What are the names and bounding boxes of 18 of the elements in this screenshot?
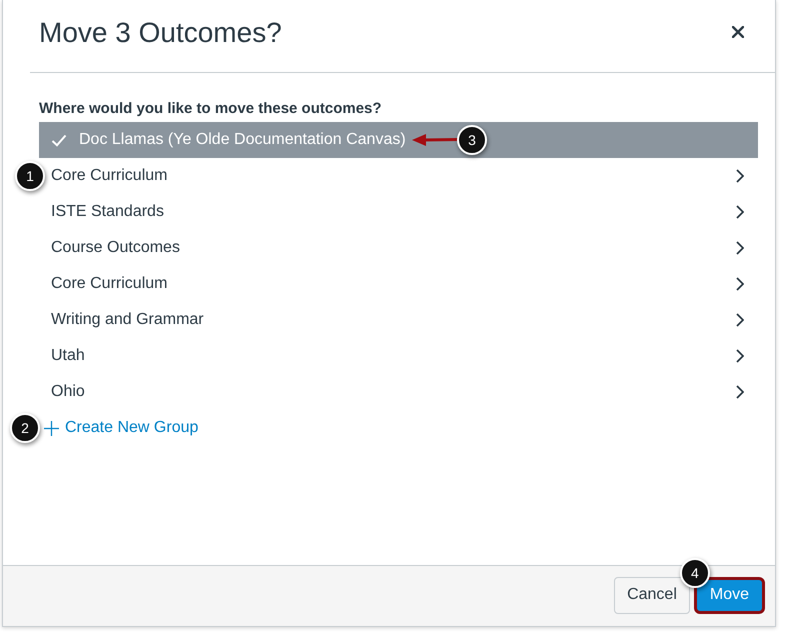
group-item[interactable]: Writing and Grammar bbox=[39, 302, 758, 338]
callout-badge: 4 bbox=[680, 558, 710, 588]
plus-icon bbox=[44, 420, 59, 436]
group-item[interactable]: Utah bbox=[39, 338, 758, 374]
move-button[interactable]: Move bbox=[694, 576, 765, 614]
callout-badge: 1 bbox=[15, 161, 45, 191]
move-prompt: Where would you like to move these outcomes? bbox=[39, 100, 383, 118]
create-group-link[interactable]: Create New Group bbox=[44, 419, 198, 437]
group-item[interactable]: ISTE Standards bbox=[39, 194, 758, 230]
callout-arrow bbox=[412, 134, 458, 146]
check-icon bbox=[51, 134, 67, 146]
cancel-button[interactable]: Cancel bbox=[614, 576, 690, 614]
group-item[interactable]: Ohio bbox=[39, 374, 758, 410]
group-item[interactable]: Core Curriculum bbox=[39, 266, 758, 302]
group-item[interactable]: Course Outcomes bbox=[39, 230, 758, 266]
dialog-title: Move 3 Outcomes? bbox=[39, 16, 282, 50]
close-icon bbox=[732, 26, 744, 38]
callout-badge: 2 bbox=[10, 413, 40, 443]
